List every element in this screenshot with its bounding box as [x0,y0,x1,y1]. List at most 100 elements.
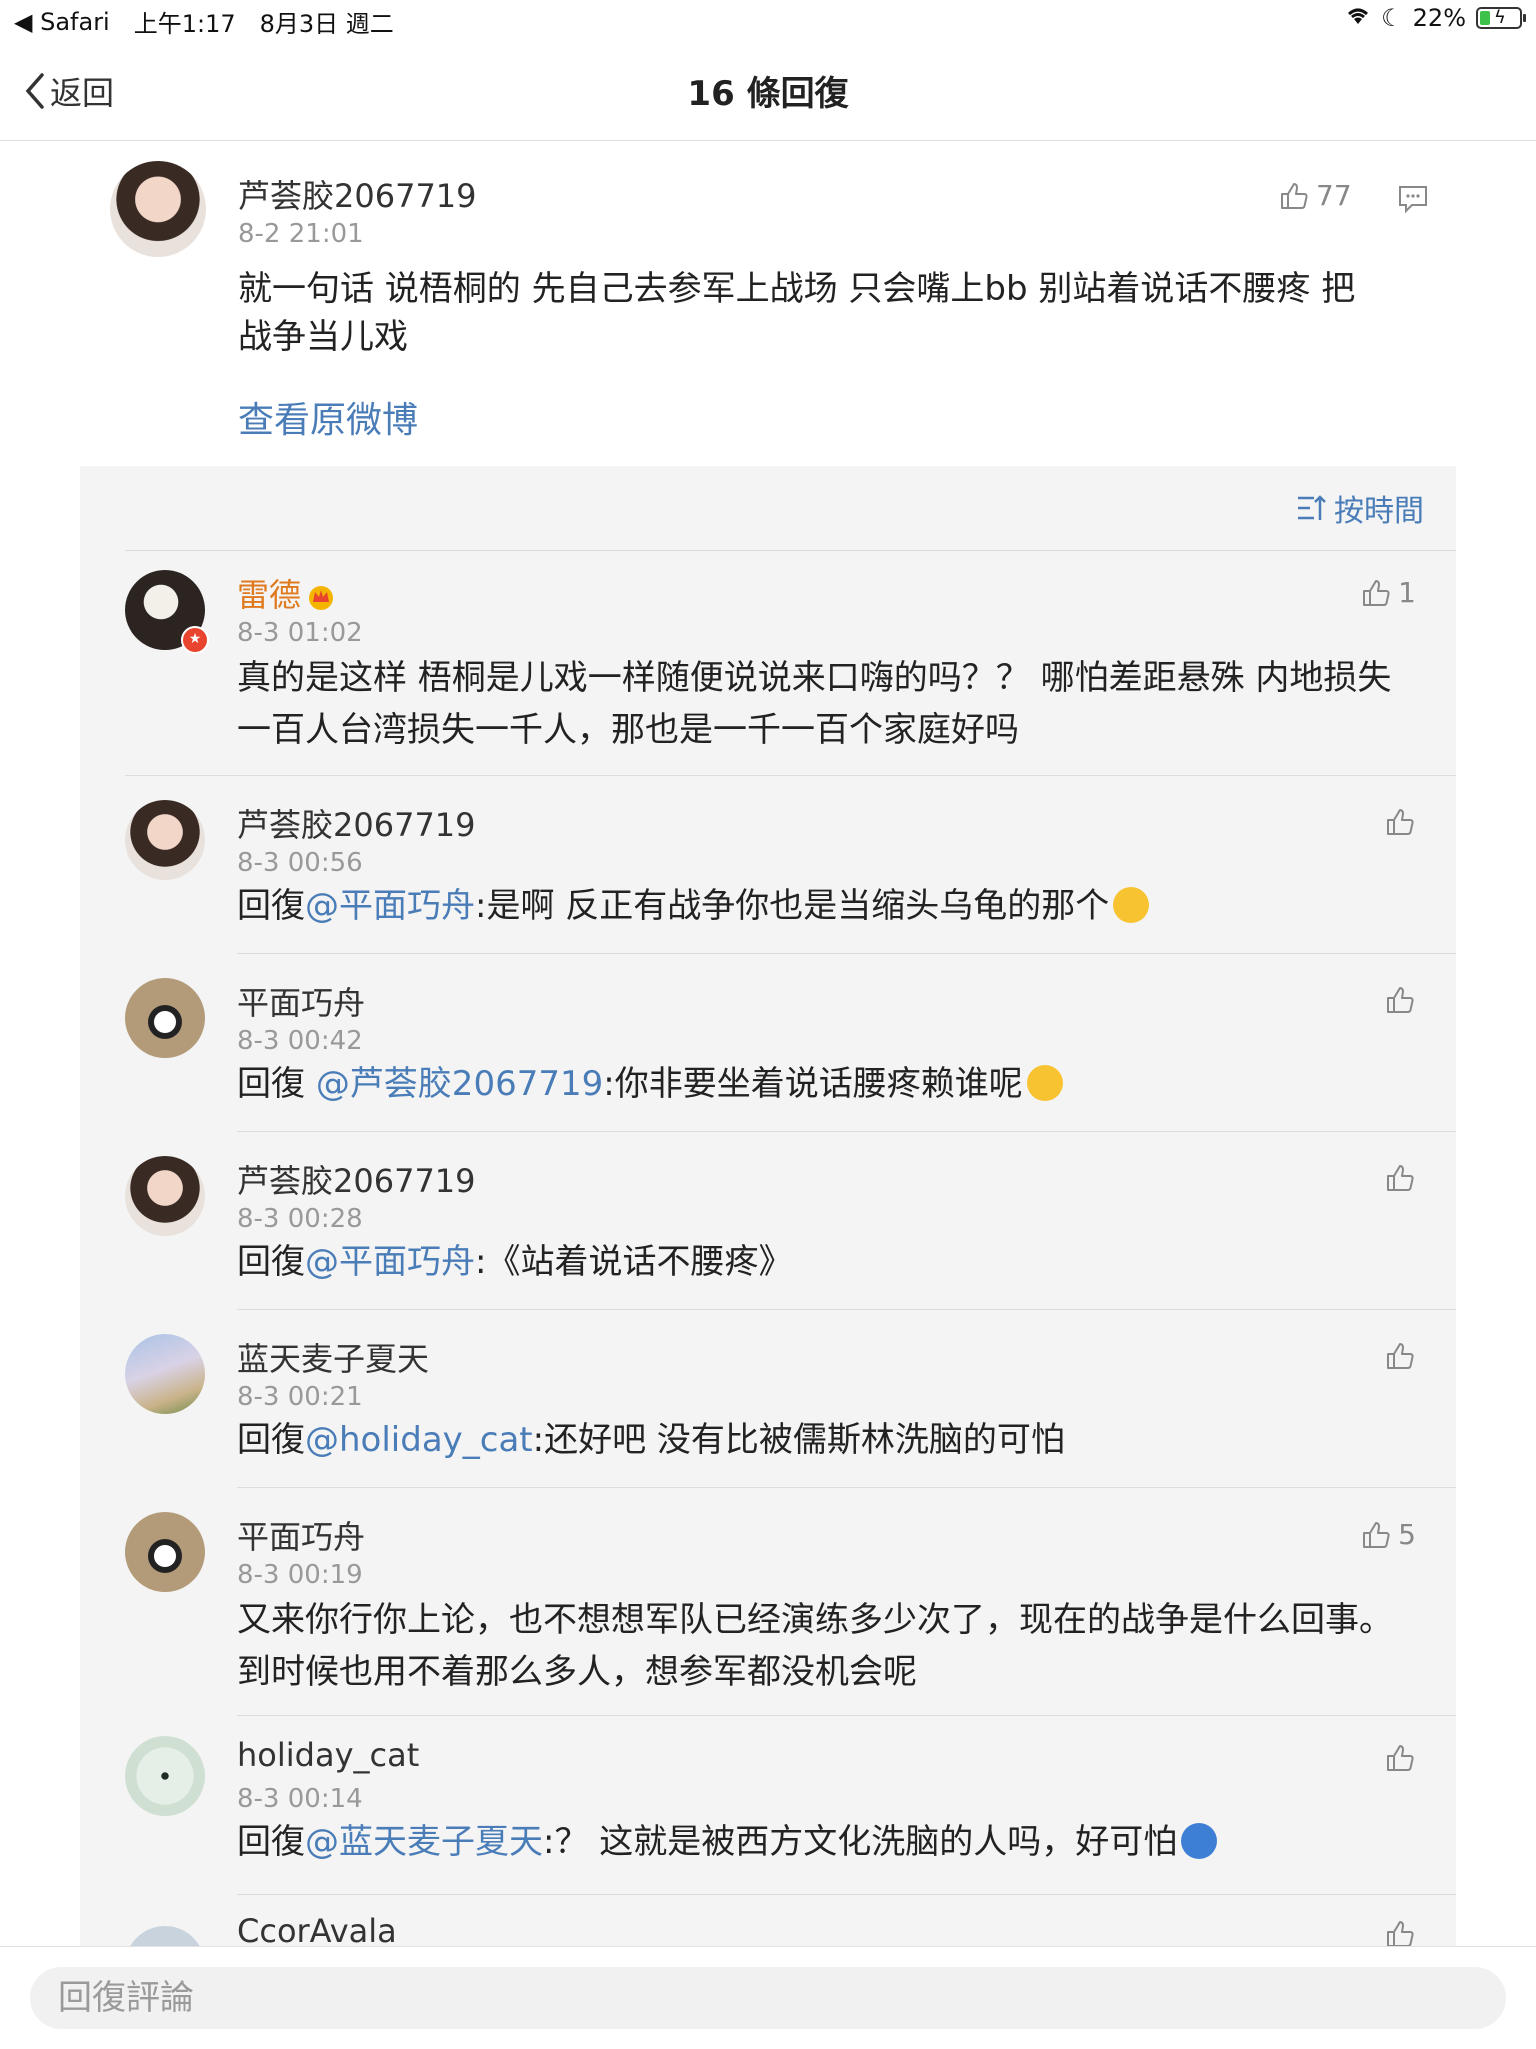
view-original-link[interactable]: 查看原微博 [238,391,418,443]
like-count: 77 [1316,179,1352,212]
status-date: 8月3日 週二 [259,10,394,38]
scared-emoji-icon [1181,1823,1218,1859]
divider [237,1131,1456,1132]
thumbs-up-icon [1281,182,1308,209]
reply-prefix: 回復 [237,1064,316,1104]
reply-item: holiday_cat 8-3 00:14 回復@蓝天麦子夏天:？ 这就是被西方… [80,1732,1456,1882]
replies-panel: 按時間 ★ 雷德 8-3 01:02 1 真的是这样 梧桐是儿戏一样随便说说来口… [80,466,1456,1946]
mention-link[interactable]: @芦荟胶2067719 [316,1064,603,1104]
avatar[interactable] [125,1926,205,1946]
thumbs-up-icon [1387,1745,1414,1771]
like-button[interactable] [1384,1162,1416,1194]
avatar[interactable] [125,1736,205,1816]
thumbs-up-icon [1387,987,1414,1013]
thumbs-up-icon [1387,1343,1414,1369]
reply-prefix: 回復 [237,886,305,926]
timestamp: 8-3 00:21 [237,1382,363,1412]
avatar[interactable] [125,1156,205,1236]
page-title: 16 條回復 [687,74,849,114]
bottom-bar [0,1946,1536,2049]
username[interactable]: 雷德 [237,570,335,616]
reply-item: CcorAvala [80,1912,1456,1946]
wifi-icon [1345,4,1371,32]
timestamp: 8-2 21:01 [238,219,364,249]
thumbs-up-icon [1363,579,1390,606]
username[interactable]: 芦荟胶2067719 [237,800,476,846]
mention-link[interactable]: @蓝天麦子夏天 [305,1822,543,1862]
username[interactable]: holiday_cat [237,1736,419,1774]
username[interactable]: 蓝天麦子夏天 [237,1334,429,1380]
reply-text: 又来你行你上论，也不想想军队已经演练多少次了，现在的战争是什么回事。到时候也用不… [237,1600,1393,1692]
timestamp: 8-3 00:28 [237,1204,363,1234]
battery-icon: ϟ [1476,7,1526,29]
sort-icon [1298,495,1326,520]
username[interactable]: 平面巧舟 [237,978,365,1024]
mention-link[interactable]: @holiday_cat [305,1420,533,1460]
laughing-emoji-icon [1113,887,1150,923]
like-button[interactable] [1384,1340,1416,1372]
like-button[interactable]: 5 [1360,1518,1416,1551]
divider [125,775,1456,776]
like-button[interactable] [1384,1918,1416,1946]
reply-item: 芦荟胶2067719 8-3 00:56 回復@平面巧舟:是啊 反正有战争你也是… [80,796,1456,946]
timestamp: 8-3 00:42 [237,1026,363,1056]
battery-percent: 22% [1412,4,1466,32]
username[interactable]: 平面巧舟 [237,1512,365,1558]
username[interactable]: CcorAvala [237,1912,397,1946]
reply-body: :还好吧 没有比被儒斯林洗脑的可怕 [532,1420,1065,1460]
like-button[interactable] [1384,806,1416,838]
status-bar: ◀ Safari 上午1:17 8月3日 週二 ☾ 22% ϟ [0,0,1536,40]
like-button[interactable] [1384,984,1416,1016]
reply-text: 回復 @芦荟胶2067719:你非要坐着说话腰疼赖谁呢 [237,1060,1407,1108]
reply-text: 回復@holiday_cat:还好吧 没有比被儒斯林洗脑的可怕 [237,1416,1407,1464]
divider [237,953,1456,954]
divider [237,1715,1456,1716]
reply-body: :你非要坐着说话腰疼赖谁呢 [603,1064,1023,1104]
reply-prefix: 回復 [237,1242,305,1282]
reply-body: :？ 这就是被西方文化洗脑的人吗，好可怕 [543,1822,1178,1862]
like-button[interactable]: 77 [1278,179,1352,212]
timestamp: 8-3 01:02 [237,618,363,648]
reply-body: :《站着说话不腰疼》 [475,1242,793,1282]
reply-item: 平面巧舟 8-3 00:19 5 又来你行你上论，也不想想军队已经演练多少次了，… [80,1508,1456,1698]
reply-text: 回復@蓝天麦子夏天:？ 这就是被西方文化洗脑的人吗，好可怕 [237,1818,1407,1866]
avatar[interactable] [125,1334,205,1414]
reply-comment-input[interactable] [30,1967,1506,2029]
like-button[interactable]: 1 [1360,576,1416,609]
mention-link[interactable]: @平面巧舟 [305,886,475,926]
comment-text: 就一句话 说梧桐的 先自己去参军上战场 只会嘴上bb 别站着说话不腰疼 把战争当… [238,269,1356,357]
timestamp: 8-3 00:14 [237,1784,363,1814]
divider [237,1894,1456,1895]
main-comment: 芦荟胶2067719 8-2 21:01 77 就一句话 说梧桐的 先自己去参军… [0,141,1536,466]
timestamp: 8-3 00:56 [237,848,363,878]
avatar[interactable] [125,800,205,880]
sort-button[interactable]: 按時間 [1296,486,1424,530]
avatar[interactable] [125,978,205,1058]
divider [237,1309,1456,1310]
avatar[interactable] [110,161,206,257]
reply-item: 蓝天麦子夏天 8-3 00:21 回復@holiday_cat:还好吧 没有比被… [80,1330,1456,1480]
like-button[interactable] [1384,1742,1416,1774]
divider [125,550,1456,551]
comment-icon[interactable] [1397,183,1429,215]
avatar[interactable] [125,1512,205,1592]
reply-text: 真的是这样 梧桐是儿戏一样随便说说来口嗨的吗？？ 哪怕差距悬殊 内地损失一百人台… [237,658,1392,750]
thumbs-up-icon [1387,1921,1414,1946]
username[interactable]: 芦荟胶2067719 [237,1156,476,1202]
reply-text: 回復@平面巧舟:是啊 反正有战争你也是当缩头乌龟的那个 [237,882,1407,930]
thumbs-up-icon [1363,1521,1390,1548]
reply-item: 芦荟胶2067719 8-3 00:28 回復@平面巧舟:《站着说话不腰疼》 [80,1152,1456,1302]
divider [237,1487,1456,1488]
verified-badge-icon: ★ [181,626,209,654]
reply-body: :是啊 反正有战争你也是当缩头乌龟的那个 [475,886,1110,926]
timestamp: 8-3 00:19 [237,1560,363,1590]
tears-of-joy-emoji-icon [1026,1065,1063,1101]
username[interactable]: 芦荟胶2067719 [238,171,477,217]
status-app: Safari [40,7,110,36]
crown-icon [309,586,334,610]
thumbs-up-icon [1387,809,1414,835]
nav-bar: 返回 16 條回復 [0,40,1536,141]
reply-prefix: 回復 [237,1420,305,1460]
back-to-app[interactable]: ◀ Safari [14,8,110,36]
mention-link[interactable]: @平面巧舟 [305,1242,475,1282]
